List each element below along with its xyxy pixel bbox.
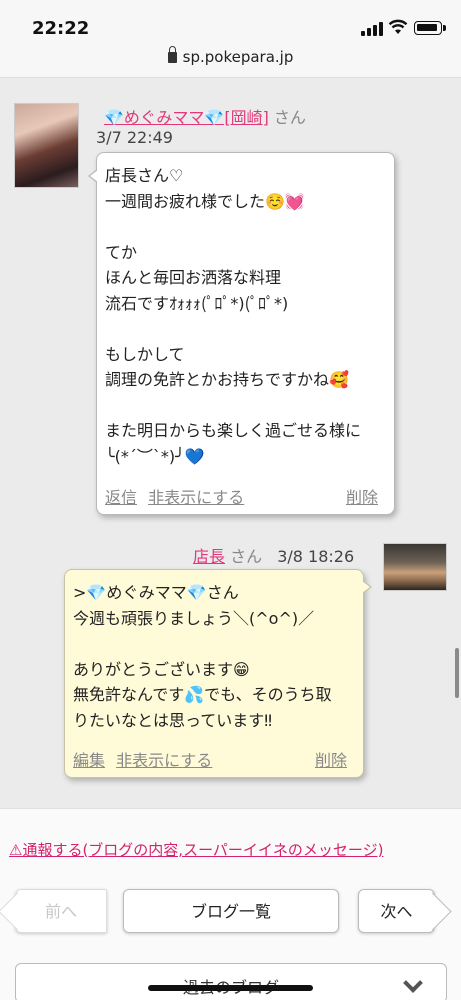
footer: ⚠通報する(ブログの内容,スーパーイイネのメッセージ) 前へ ブログ一覧 次へ … (0, 808, 461, 1000)
avatar[interactable] (383, 543, 447, 591)
author-link[interactable]: 💎めぐみママ💎[岡崎] (104, 108, 269, 127)
message-bubble: >💎めぐみママ💎さん 今週も頑張りましょう＼(^o^)／ ありがとうございます😁… (64, 569, 372, 778)
prev-label: 前へ (44, 902, 77, 921)
hide-link[interactable]: 非表示にする (148, 488, 244, 507)
hide-link[interactable]: 非表示にする (116, 751, 212, 770)
clock: 22:22 (32, 18, 90, 39)
prev-button[interactable]: 前へ (15, 889, 107, 933)
message-timestamp: 3/7 22:49 (96, 128, 173, 147)
past-blog-dropdown[interactable]: 過去のブログ (15, 963, 447, 1000)
scrollbar[interactable] (455, 648, 459, 698)
reply-link[interactable]: 返信 (105, 488, 137, 507)
avatar[interactable] (14, 103, 79, 188)
blog-list-label: ブログ一覧 (190, 902, 271, 921)
next-label: 次へ (380, 902, 413, 921)
wifi-icon (388, 19, 408, 34)
battery-icon (414, 21, 446, 35)
delete-link[interactable]: 削除 (315, 747, 347, 771)
blog-list-button[interactable]: ブログ一覧 (123, 889, 339, 933)
message-actions: 返信 非表示にする (105, 484, 250, 508)
message-actions: 編集 非表示にする (73, 747, 218, 771)
message-author: 店長 さん 3/8 18:26 (193, 543, 354, 567)
report-link[interactable]: ⚠通報する(ブログの内容,スーパーイイネのメッセージ) (9, 839, 383, 860)
author-suffix: さん (230, 547, 263, 566)
edit-link[interactable]: 編集 (73, 751, 105, 770)
message-timestamp: 3/8 18:26 (277, 547, 355, 566)
message-text: 店長さん♡ 一週間お疲れ様でした☺️💓 てか ほんと毎回お洒落な料理 流石ですｵ… (105, 166, 362, 466)
message-author: 💎めぐみママ💎[岡崎] さん (104, 104, 306, 128)
url-text: sp.pokepara.jp (182, 48, 294, 66)
chevron-down-icon (403, 973, 423, 993)
home-indicator[interactable] (148, 985, 313, 991)
message-bubble: 店長さん♡ 一週間お疲れ様でした☺️💓 てか ほんと毎回お洒落な料理 流石ですｵ… (88, 152, 395, 515)
message-text: >💎めぐみママ💎さん 今週も頑張りましょう＼(^o^)／ ありがとうございます😁… (73, 583, 332, 730)
address-bar[interactable]: sp.pokepara.jp (0, 46, 461, 66)
status-bar: 22:22 sp.pokepara.jp (0, 0, 461, 78)
author-suffix: さん (273, 108, 306, 127)
lock-icon (167, 46, 177, 63)
author-link[interactable]: 店長 (193, 547, 225, 566)
delete-link[interactable]: 削除 (346, 484, 378, 508)
signal-icon (361, 22, 383, 36)
next-button[interactable]: 次へ (358, 889, 435, 933)
